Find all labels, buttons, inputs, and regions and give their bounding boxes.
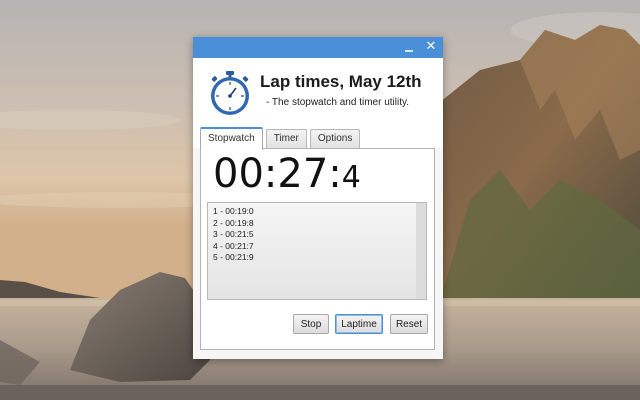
stopwatch-window: ✕ Lap times, May 12th - The stopwatch an… bbox=[193, 37, 443, 359]
window-titlebar[interactable]: ✕ bbox=[193, 37, 443, 58]
stopwatch-icon bbox=[211, 71, 249, 115]
tab-stopwatch[interactable]: Stopwatch bbox=[200, 127, 263, 150]
laptime-button[interactable]: Laptime bbox=[335, 314, 383, 334]
list-item: 3 - 00:21:5 bbox=[213, 229, 254, 239]
elapsed-time-tenths: 4 bbox=[341, 160, 361, 195]
list-item: 1 - 00:19:0 bbox=[213, 206, 254, 216]
tab-bar: Stopwatch Timer Options bbox=[200, 127, 363, 150]
page-title: Lap times, May 12th bbox=[260, 72, 422, 91]
laps-scrollbar[interactable] bbox=[416, 203, 426, 299]
stopwatch-panel: 00:27:4 1 - 00:19:0 2 - 00:19:8 3 - 00:2… bbox=[200, 148, 435, 350]
list-item: 2 - 00:19:8 bbox=[213, 217, 254, 228]
laps-list[interactable]: 1 - 00:19:0 2 - 00:19:8 3 - 00:21:5 4 - … bbox=[207, 202, 427, 300]
minimize-button[interactable] bbox=[401, 39, 417, 55]
list-item: 5 - 00:21:9 bbox=[213, 252, 254, 262]
tab-options[interactable]: Options bbox=[309, 129, 361, 148]
page-subtitle: - The stopwatch and timer utility. bbox=[266, 97, 410, 108]
stop-button[interactable]: Stop bbox=[293, 314, 329, 334]
close-button[interactable]: ✕ bbox=[423, 39, 439, 55]
tab-timer[interactable]: Timer bbox=[265, 129, 307, 148]
reset-button[interactable]: Reset bbox=[390, 314, 428, 334]
elapsed-time-display: 00:27:4 bbox=[213, 151, 361, 197]
elapsed-time-main: 00:27: bbox=[213, 151, 342, 197]
list-item: 4 - 00:21:7 bbox=[213, 240, 254, 251]
